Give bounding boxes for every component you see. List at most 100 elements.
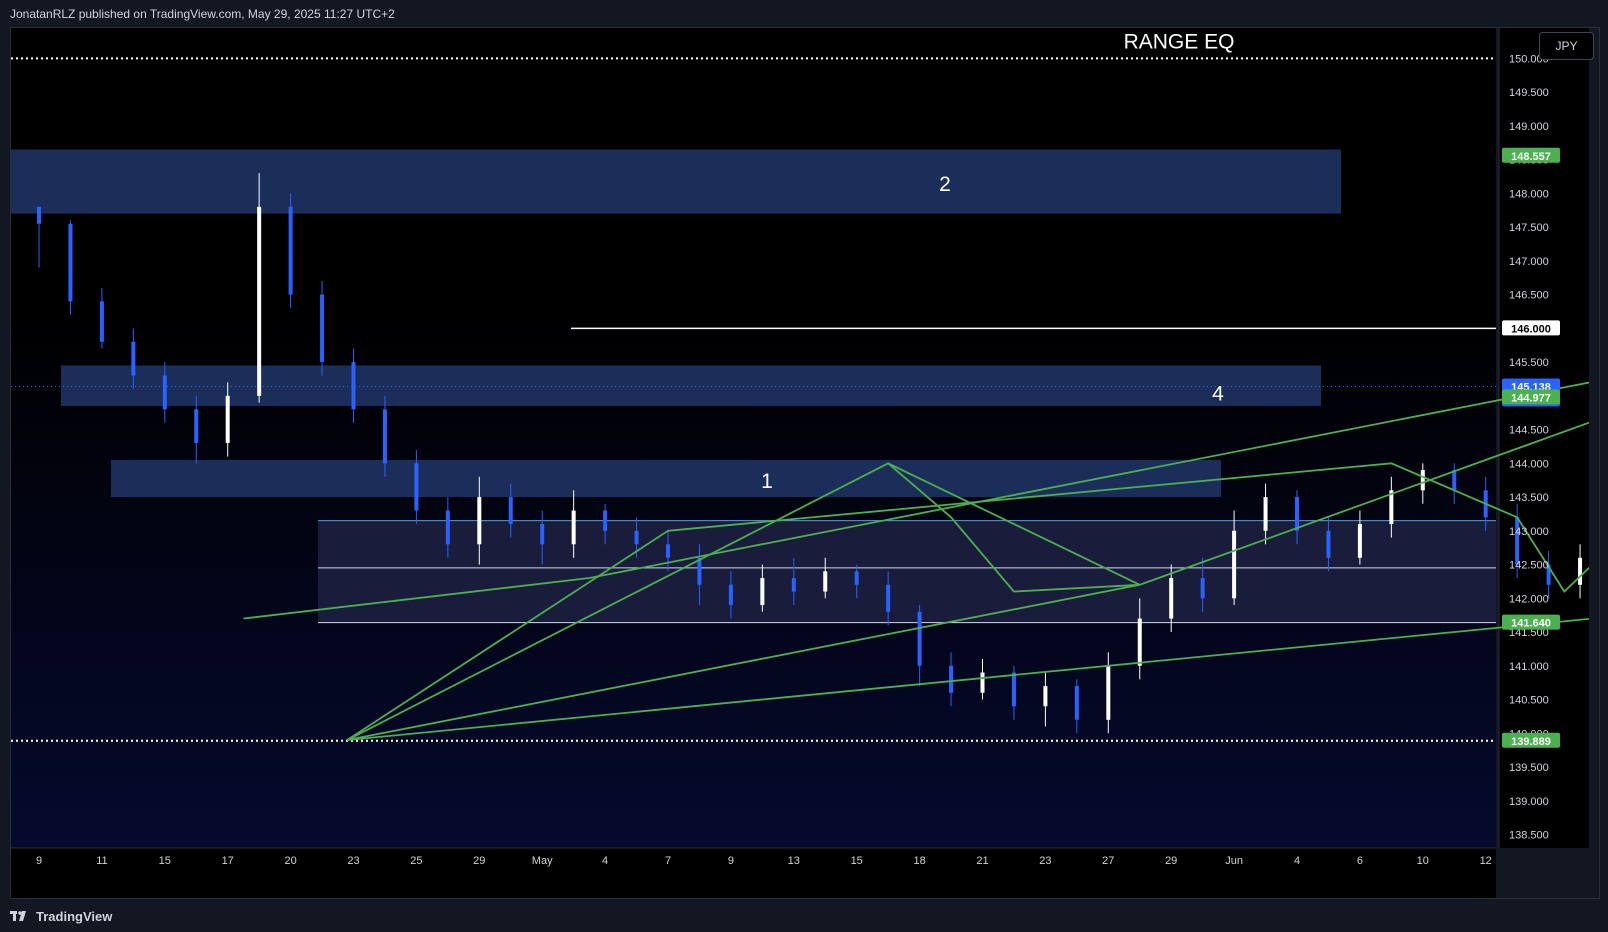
- x-tick-label: 13: [788, 855, 800, 867]
- zone-2-label: 2: [939, 173, 951, 196]
- x-tick-label: 29: [1165, 855, 1177, 867]
- candle-body: [1357, 524, 1362, 558]
- price-tag-label: 144.977: [1511, 392, 1551, 404]
- x-tick-label: 6: [1357, 855, 1363, 867]
- x-tick-label: 9: [728, 855, 734, 867]
- y-tick-label: 144.000: [1509, 458, 1549, 470]
- x-tick-label: 12: [1480, 855, 1492, 867]
- x-tick-label: 4: [1294, 855, 1300, 867]
- candle-body: [1515, 517, 1520, 565]
- x-tick-label: 10: [1417, 855, 1429, 867]
- y-tick-label: 141.000: [1509, 661, 1549, 673]
- y-tick-label: 139.000: [1509, 796, 1549, 808]
- x-tick-label: 29: [473, 855, 485, 867]
- y-tick-label: 144.500: [1509, 425, 1549, 437]
- x-tick-label: 25: [410, 855, 422, 867]
- candle-body: [68, 223, 73, 302]
- footer: TradingView: [10, 906, 112, 926]
- candle-body: [1043, 686, 1048, 707]
- candlestick-chart[interactable]: RANGE EQ214150.000149.500149.000148.5001…: [11, 28, 1589, 898]
- candle-body: [1326, 530, 1331, 558]
- y-tick-label: 142.500: [1509, 560, 1549, 572]
- x-tick-label: 4: [602, 855, 608, 867]
- candle-body: [949, 665, 954, 693]
- candle-body: [162, 375, 167, 410]
- candle-body: [886, 584, 891, 612]
- x-tick-label: Jun: [1225, 855, 1243, 867]
- candle-body: [225, 395, 230, 444]
- candle-body: [1420, 470, 1425, 491]
- candle-body: [37, 206, 41, 224]
- candle-body: [1137, 618, 1142, 666]
- zone-4: [61, 365, 1321, 406]
- candle-body: [445, 510, 450, 545]
- candle-body: [131, 341, 136, 376]
- x-tick-label: 20: [284, 855, 296, 867]
- tradingview-logo-icon: [10, 911, 26, 921]
- zone-2: [11, 149, 1341, 214]
- x-tick-label: 15: [159, 855, 171, 867]
- candle-body: [414, 463, 419, 511]
- candle-body: [1200, 578, 1205, 599]
- candle-body: [1169, 578, 1174, 619]
- candle-body: [1295, 497, 1299, 531]
- x-tick-label: 23: [347, 855, 359, 867]
- currency-button[interactable]: JPY: [1539, 32, 1594, 60]
- y-tick-label: 143.000: [1509, 526, 1549, 538]
- price-tag-label: 141.640: [1511, 618, 1551, 630]
- published-text: JonatanRLZ published on TradingView.com,…: [10, 7, 395, 21]
- candle-body: [288, 206, 293, 295]
- candle-body: [540, 524, 545, 545]
- candle-body: [1106, 665, 1111, 720]
- y-tick-label: 147.500: [1509, 222, 1549, 234]
- price-tag-label: 148.557: [1511, 151, 1551, 163]
- candle-body: [571, 510, 576, 545]
- y-tick-label: 147.000: [1509, 256, 1549, 268]
- candle-body: [1074, 686, 1079, 720]
- candle-body: [1263, 497, 1268, 531]
- candle-body: [760, 578, 765, 606]
- zone-4-label: 4: [1212, 382, 1224, 405]
- candle-body: [634, 530, 639, 545]
- x-tick-label: 17: [222, 855, 234, 867]
- y-tick-label: 139.500: [1509, 762, 1549, 774]
- candle-body: [728, 584, 733, 606]
- candle-body: [1452, 470, 1457, 491]
- candle-body: [666, 544, 670, 558]
- zone-1: [111, 459, 1221, 498]
- candle-body: [1011, 672, 1016, 707]
- y-tick-label: 148.000: [1509, 188, 1549, 200]
- candle-body: [697, 557, 702, 585]
- publish-header: JonatanRLZ published on TradingView.com,…: [0, 0, 1608, 27]
- candle-body: [1232, 530, 1237, 599]
- candle-body: [351, 362, 356, 410]
- candle-body: [1578, 557, 1583, 585]
- candle-body: [917, 611, 922, 666]
- candle-body: [320, 294, 325, 363]
- y-tick-label: 146.500: [1509, 290, 1549, 302]
- zone-1-label: 1: [761, 470, 773, 493]
- y-tick-label: 140.500: [1509, 695, 1549, 707]
- candle-body: [823, 571, 828, 592]
- x-tick-label: 9: [36, 855, 42, 867]
- x-tick-label: 27: [1102, 855, 1114, 867]
- range-eq-label: RANGE EQ: [1124, 30, 1235, 53]
- candle-body: [854, 571, 859, 585]
- x-tick-label: May: [532, 855, 553, 867]
- zone-lower: [318, 520, 1496, 623]
- candle-body: [99, 301, 104, 342]
- y-tick-label: 149.000: [1509, 121, 1549, 133]
- y-tick-label: 138.500: [1509, 830, 1549, 842]
- x-tick-label: 18: [913, 855, 925, 867]
- price-tag-label: 146.000: [1511, 323, 1551, 335]
- candle-body: [477, 497, 482, 545]
- candle-body: [603, 510, 608, 531]
- candle-body: [194, 409, 199, 444]
- x-tick-label: 15: [851, 855, 863, 867]
- price-tag-label: 139.889: [1511, 736, 1551, 748]
- y-tick-label: 145.500: [1509, 357, 1549, 369]
- footer-brand: TradingView: [36, 908, 113, 924]
- candle-body: [980, 672, 985, 693]
- y-tick-label: 142.000: [1509, 593, 1549, 605]
- candle-body: [791, 578, 796, 592]
